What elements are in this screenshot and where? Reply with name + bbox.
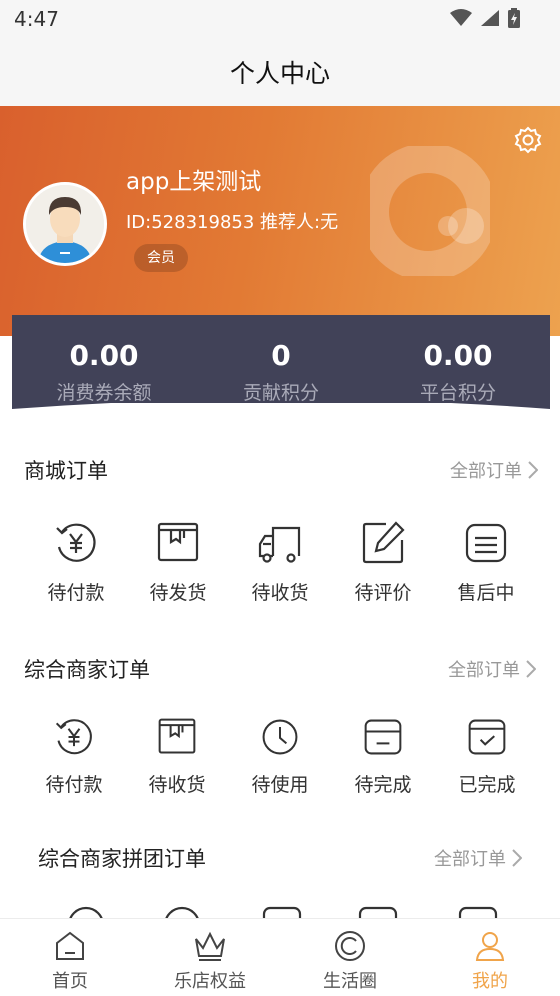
wifi-icon xyxy=(450,9,472,26)
merchant-completed[interactable]: 已完成 xyxy=(435,716,539,797)
tab-mine[interactable]: 我的 xyxy=(420,929,560,993)
see-all-label: 全部订单 xyxy=(434,849,506,870)
card-icon[interactable] xyxy=(358,905,398,919)
card-icon xyxy=(364,719,402,755)
yen-cycle-icon[interactable] xyxy=(66,905,106,919)
tab-life-circle[interactable]: 生活圈 xyxy=(280,929,420,993)
chevron-right-icon xyxy=(528,461,538,479)
merchant-orders-see-all[interactable]: 全部订单 xyxy=(448,656,536,682)
nav-bar: 个人中心 xyxy=(0,40,560,106)
list-card-icon xyxy=(465,523,507,563)
tab-home[interactable]: 首页 xyxy=(0,929,140,993)
group-orders-see-all[interactable]: 全部订单 xyxy=(434,845,522,871)
user-avatar-icon xyxy=(26,185,104,263)
stat-platform-points[interactable]: 0.00 平台积分 xyxy=(368,339,548,405)
user-id-line: ID:528319853 推荐人:无 xyxy=(126,212,339,233)
merchant-pending-receipt[interactable]: 待收货 xyxy=(125,716,229,797)
crown-icon xyxy=(195,931,225,961)
status-time: 4:47 xyxy=(14,7,59,31)
mall-pending-review[interactable]: 待评价 xyxy=(331,520,435,605)
order-status-label: 待付款 xyxy=(45,774,103,796)
box-icon xyxy=(158,718,196,754)
member-badge: 会员 xyxy=(134,244,188,272)
status-icons xyxy=(450,8,520,28)
see-all-label: 全部订单 xyxy=(448,660,520,681)
tab-store-benefits[interactable]: 乐店权益 xyxy=(140,929,280,993)
merchant-pending-complete[interactable]: 待完成 xyxy=(331,716,435,797)
merchant-pending-payment[interactable]: 待付款 xyxy=(22,716,126,797)
stat-label: 平台积分 xyxy=(419,382,496,404)
card-icon[interactable] xyxy=(458,905,498,919)
profile-header: app上架测试 ID:528319853 推荐人:无 会员 xyxy=(0,106,560,336)
mall-orders-row: 待付款 待发货 待收货 待评价 售后中 xyxy=(0,520,560,630)
stat-value: 0.00 xyxy=(69,339,139,372)
order-status-label: 待发货 xyxy=(149,582,207,604)
order-status-label: 待完成 xyxy=(354,774,412,796)
group-orders-title: 综合商家拼团订单 xyxy=(38,847,206,871)
avatar[interactable] xyxy=(23,182,107,266)
order-status-label: 待收货 xyxy=(251,582,309,604)
order-status-label: 待付款 xyxy=(47,582,105,604)
chevron-right-icon xyxy=(512,849,522,867)
brand-logo-icon xyxy=(370,146,490,276)
settings-gear-icon[interactable] xyxy=(514,126,542,154)
tab-label: 首页 xyxy=(52,971,88,992)
chevron-right-icon xyxy=(526,660,536,678)
merchant-orders-title: 综合商家订单 xyxy=(24,658,150,682)
order-status-label: 待使用 xyxy=(251,774,309,796)
merchant-orders-row: 待付款 待收货 待使用 待完成 已完成 xyxy=(0,716,560,826)
mall-pending-shipment[interactable]: 待发货 xyxy=(126,520,230,605)
tab-label: 乐店权益 xyxy=(174,971,246,992)
stat-label: 贡献积分 xyxy=(242,382,319,404)
mall-pending-receipt[interactable]: 待收货 xyxy=(228,520,332,605)
clock-icon xyxy=(262,719,298,755)
mall-orders-see-all[interactable]: 全部订单 xyxy=(450,457,538,483)
stat-contribution-points[interactable]: 0 贡献积分 xyxy=(191,339,371,405)
stat-label: 消费券余额 xyxy=(56,382,152,404)
username: app上架测试 xyxy=(126,169,262,195)
order-status-label: 待收货 xyxy=(148,774,206,796)
home-icon xyxy=(56,931,84,960)
mall-orders-title: 商城订单 xyxy=(24,459,108,483)
stat-value: 0 xyxy=(271,339,291,372)
battery-icon xyxy=(508,8,520,28)
truck-icon xyxy=(258,526,301,563)
circle-c-icon xyxy=(335,931,365,961)
group-orders-row xyxy=(0,905,560,919)
see-all-label: 全部订单 xyxy=(450,461,522,482)
order-status-label: 售后中 xyxy=(457,582,515,604)
card-icon[interactable] xyxy=(262,905,302,919)
stat-coupon-balance[interactable]: 0.00 消费券余额 xyxy=(14,339,194,405)
status-bar: 4:47 xyxy=(0,0,560,40)
merchant-pending-use[interactable]: 待使用 xyxy=(228,716,332,797)
page-title: 个人中心 xyxy=(229,59,330,88)
user-icon xyxy=(475,932,505,961)
mall-after-sales[interactable]: 售后中 xyxy=(434,520,538,605)
edit-icon xyxy=(362,521,405,564)
stats-card: 0.00 消费券余额 0 贡献积分 0.00 平台积分 xyxy=(12,315,550,433)
stats-curve-divider xyxy=(12,403,550,433)
box-icon xyxy=(157,522,199,562)
yen-cycle-icon xyxy=(56,523,96,562)
stat-value: 0.00 xyxy=(423,339,493,372)
yen-cycle-icon xyxy=(55,719,92,755)
card-check-icon xyxy=(468,719,506,755)
tab-label: 生活圈 xyxy=(323,971,377,992)
order-status-label: 待评价 xyxy=(354,582,412,604)
signal-icon xyxy=(481,10,499,26)
bottom-tab-bar: 首页 乐店权益 生活圈 我的 xyxy=(0,918,560,996)
mall-pending-payment[interactable]: 待付款 xyxy=(24,520,128,605)
clock-icon[interactable] xyxy=(162,905,202,919)
order-status-label: 已完成 xyxy=(458,774,516,796)
tab-label: 我的 xyxy=(472,971,508,992)
